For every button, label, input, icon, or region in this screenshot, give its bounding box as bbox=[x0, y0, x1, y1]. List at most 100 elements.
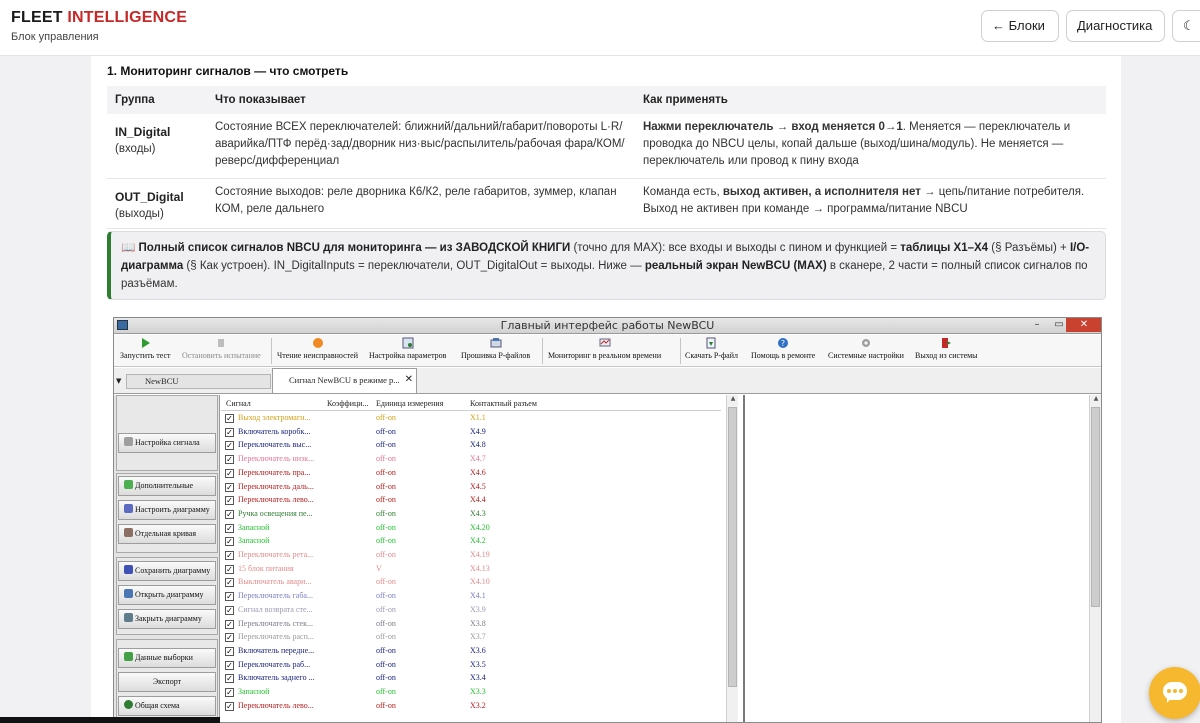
download-pfile-button[interactable]: Скачать P-файл bbox=[685, 337, 738, 360]
table-row[interactable]: ✓ Сигнал возврата сте... off-on X3.9 bbox=[221, 604, 721, 618]
table-row[interactable]: ✓ Переключатель лево... off-on X3.2 bbox=[221, 700, 721, 714]
table-row[interactable]: ✓ Переключатель даль... off-on X4.5 bbox=[221, 481, 721, 495]
signal-checkbox[interactable]: ✓ bbox=[225, 482, 234, 492]
flash-pfile-button[interactable]: Прошивка P-файлов bbox=[461, 337, 530, 360]
table-row[interactable]: ✓ Переключатель низк... off-on X4.7 bbox=[221, 453, 721, 467]
scroll-thumb[interactable] bbox=[1091, 407, 1100, 607]
signal-unit: off-on bbox=[376, 645, 396, 655]
setup-diagram-button[interactable]: Настроить диаграмму bbox=[118, 500, 216, 520]
table-row: OUT_Digital (выходы) Состояние выходов: … bbox=[107, 178, 1106, 229]
close-window-icon[interactable]: ✕ bbox=[1066, 318, 1101, 332]
signal-name: Переключатель выс... bbox=[238, 440, 312, 450]
start-test-button[interactable]: Запустить тест bbox=[120, 337, 171, 360]
table-row[interactable]: ✓ Переключатель габа... off-on X4.1 bbox=[221, 590, 721, 604]
signal-checkbox[interactable]: ✓ bbox=[225, 468, 234, 478]
signal-name: Переключатель расп... bbox=[238, 632, 314, 642]
system-settings-button[interactable]: Системные настройки bbox=[828, 337, 904, 360]
signal-checkbox[interactable]: ✓ bbox=[225, 496, 234, 506]
close-diagram-button[interactable]: Закрыть диаграмму bbox=[118, 609, 216, 629]
read-faults-button[interactable]: Чтение неисправностей bbox=[277, 337, 358, 360]
col-header-shows: Что показывает bbox=[207, 86, 635, 114]
minimize-icon[interactable]: – bbox=[1026, 318, 1048, 332]
signal-checkbox[interactable]: ✓ bbox=[225, 564, 234, 574]
table-row[interactable]: ✓ Переключатель стек... off-on X3.8 bbox=[221, 618, 721, 632]
table-row[interactable]: ✓ Выключатель авари... off-on X4.10 bbox=[221, 576, 721, 590]
globe-icon bbox=[124, 700, 133, 709]
brand-logo[interactable]: FLEET INTELLIGENCE bbox=[11, 9, 187, 27]
save-diagram-button[interactable]: Сохранить диаграмму bbox=[118, 561, 216, 581]
tab-dropdown-icon[interactable]: ▼ bbox=[116, 377, 121, 385]
table-row[interactable]: ✓ Переключатель выс... off-on X4.8 bbox=[221, 439, 721, 453]
exit-system-button[interactable]: Выход из системы bbox=[915, 337, 978, 360]
theme-toggle-button[interactable]: ☾ bbox=[1172, 10, 1200, 42]
chart-area[interactable] bbox=[743, 395, 1091, 722]
signal-checkbox[interactable]: ✓ bbox=[225, 427, 234, 437]
signal-checkbox[interactable]: ✓ bbox=[225, 660, 234, 670]
signal-checkbox[interactable]: ✓ bbox=[225, 633, 234, 643]
signal-checkbox[interactable]: ✓ bbox=[225, 619, 234, 629]
chart-scrollbar[interactable]: ▲ bbox=[1089, 395, 1101, 722]
signal-checkbox[interactable]: ✓ bbox=[225, 551, 234, 560]
chat-widget-button[interactable] bbox=[1149, 667, 1200, 719]
signal-pin: X4.2 bbox=[470, 536, 486, 546]
diagnostics-button[interactable]: Диагностика bbox=[1066, 10, 1165, 42]
table-row[interactable]: ✓ Переключатель лево... off-on X4.4 bbox=[221, 494, 721, 508]
svg-text:?: ? bbox=[781, 339, 785, 348]
signal-checkbox[interactable]: ✓ bbox=[225, 441, 234, 451]
signal-checkbox[interactable]: ✓ bbox=[225, 646, 234, 656]
signal-checkbox[interactable]: ✓ bbox=[225, 701, 234, 711]
signal-unit: off-on bbox=[376, 481, 396, 491]
table-row[interactable]: ✓ Переключатель расп... off-on X3.7 bbox=[221, 631, 721, 645]
signal-checkbox[interactable]: ✓ bbox=[225, 455, 234, 465]
scroll-up-icon[interactable]: ▲ bbox=[1090, 395, 1101, 405]
table-row[interactable]: ✓ Переключатель пра... off-on X4.6 bbox=[221, 467, 721, 481]
overview-button[interactable]: Общая схема bbox=[118, 696, 216, 716]
apply-cell: Команда есть, выход активен, а исполните… bbox=[635, 178, 1106, 229]
setup-diagram-label: Настроить диаграмму bbox=[135, 505, 210, 514]
close-diagram-icon bbox=[124, 613, 133, 622]
table-row[interactable]: ✓ 15 блок питания V X4.13 bbox=[221, 563, 721, 577]
signal-settings-button[interactable]: Настройка сигнала bbox=[118, 433, 216, 453]
signal-checkbox[interactable]: ✓ bbox=[225, 509, 234, 519]
table-row[interactable]: ✓ Запасной off-on X4.2 bbox=[221, 535, 721, 549]
signal-checkbox[interactable]: ✓ bbox=[225, 605, 234, 615]
signal-name: Переключатель даль... bbox=[238, 481, 314, 491]
start-test-label: Запустить тест bbox=[120, 351, 171, 360]
signal-checkbox[interactable]: ✓ bbox=[225, 674, 234, 684]
signal-checkbox[interactable]: ✓ bbox=[225, 688, 234, 697]
signal-checkbox[interactable]: ✓ bbox=[225, 523, 234, 533]
tab-newbcu[interactable]: NewBCU bbox=[126, 374, 271, 389]
signal-checkbox[interactable]: ✓ bbox=[225, 537, 234, 547]
table-row[interactable]: ✓ Запасной off-on X3.3 bbox=[221, 686, 721, 700]
realtime-monitor-button[interactable]: Мониторинг в реальном времени bbox=[548, 337, 661, 360]
repair-help-button[interactable]: ? Помощь в ремонте bbox=[751, 337, 815, 360]
signal-checkbox[interactable]: ✓ bbox=[225, 592, 234, 602]
shows-cell: Состояние выходов: реле дворника К6/К2, … bbox=[207, 178, 635, 229]
sample-data-button[interactable]: Данные выборки bbox=[118, 648, 216, 668]
tab-close-icon[interactable]: ✕ bbox=[405, 369, 413, 391]
export-button[interactable]: Экспорт bbox=[118, 672, 216, 692]
table-row[interactable]: ✓ Переключатель рета... off-on X4.19 bbox=[221, 549, 721, 563]
table-row[interactable]: ✓ Включатель передне... off-on X3.6 bbox=[221, 645, 721, 659]
tab-signal-realtime[interactable]: Сигнал NewBCU в режиме р... ✕ bbox=[272, 368, 417, 393]
table-row[interactable]: ✓ Включатель заднего ... off-on X3.4 bbox=[221, 672, 721, 686]
signal-checkbox[interactable]: ✓ bbox=[225, 578, 234, 588]
table-row[interactable]: ✓ Включатель коробк... off-on X4.9 bbox=[221, 426, 721, 440]
open-diagram-button[interactable]: Открыть диаграмму bbox=[118, 585, 216, 605]
table-row[interactable]: ✓ Переключатель раб... off-on X3.5 bbox=[221, 659, 721, 673]
additional-button[interactable]: Дополнительные bbox=[118, 476, 216, 496]
grid-scrollbar[interactable]: ▲ bbox=[726, 395, 739, 722]
signal-checkbox[interactable]: ✓ bbox=[225, 414, 234, 423]
table-row[interactable]: ✓ Ручка освещения пе... off-on X4.3 bbox=[221, 508, 721, 522]
signal-pin: X1.1 bbox=[470, 413, 486, 422]
scroll-up-icon[interactable]: ▲ bbox=[727, 395, 739, 405]
param-settings-button[interactable]: Настройка параметров bbox=[369, 337, 446, 360]
scroll-thumb[interactable] bbox=[728, 407, 737, 687]
table-row[interactable]: ✓ Выход электромагн... off-on X1.1 bbox=[221, 412, 721, 426]
section-title: 1. Мониторинг сигналов — что смотреть bbox=[107, 64, 349, 78]
help-icon: ? bbox=[778, 338, 789, 348]
table-row[interactable]: ✓ Запасной off-on X4.20 bbox=[221, 522, 721, 536]
stop-test-button[interactable]: Остановить испытание bbox=[182, 337, 261, 360]
back-to-blocks-button[interactable]: ← Блоки bbox=[981, 10, 1059, 42]
single-curve-button[interactable]: Отдельная кривая bbox=[118, 524, 216, 544]
